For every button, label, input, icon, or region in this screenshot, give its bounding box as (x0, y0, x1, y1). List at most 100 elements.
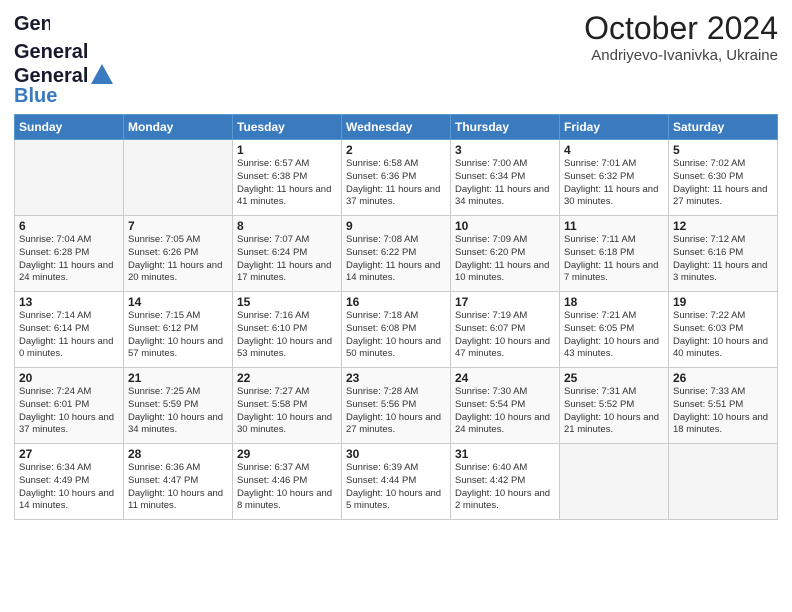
day-number: 23 (346, 371, 446, 385)
weekday-header-wednesday: Wednesday (342, 115, 451, 140)
day-number: 10 (455, 219, 555, 233)
calendar-cell: 10Sunrise: 7:09 AM Sunset: 6:20 PM Dayli… (451, 216, 560, 292)
day-number: 9 (346, 219, 446, 233)
day-number: 27 (19, 447, 119, 461)
day-info: Sunrise: 7:24 AM Sunset: 6:01 PM Dayligh… (19, 386, 119, 437)
calendar-cell (560, 444, 669, 520)
calendar-cell: 23Sunrise: 7:28 AM Sunset: 5:56 PM Dayli… (342, 368, 451, 444)
day-number: 24 (455, 371, 555, 385)
day-number: 28 (128, 447, 228, 461)
day-info: Sunrise: 7:14 AM Sunset: 6:14 PM Dayligh… (19, 310, 119, 361)
day-info: Sunrise: 7:02 AM Sunset: 6:30 PM Dayligh… (673, 158, 773, 209)
page-container: General General General Blue (0, 0, 792, 530)
day-number: 17 (455, 295, 555, 309)
calendar-cell (669, 444, 778, 520)
day-info: Sunrise: 7:12 AM Sunset: 6:16 PM Dayligh… (673, 234, 773, 285)
day-number: 22 (237, 371, 337, 385)
calendar-cell: 31Sunrise: 6:40 AM Sunset: 4:42 PM Dayli… (451, 444, 560, 520)
weekday-header-row: SundayMondayTuesdayWednesdayThursdayFrid… (15, 115, 778, 140)
logo-triangle-icon (91, 64, 113, 84)
calendar-cell: 29Sunrise: 6:37 AM Sunset: 4:46 PM Dayli… (233, 444, 342, 520)
day-number: 25 (564, 371, 664, 385)
calendar-week-2: 6Sunrise: 7:04 AM Sunset: 6:28 PM Daylig… (15, 216, 778, 292)
day-info: Sunrise: 7:22 AM Sunset: 6:03 PM Dayligh… (673, 310, 773, 361)
day-info: Sunrise: 7:16 AM Sunset: 6:10 PM Dayligh… (237, 310, 337, 361)
calendar-cell: 16Sunrise: 7:18 AM Sunset: 6:08 PM Dayli… (342, 292, 451, 368)
day-info: Sunrise: 7:04 AM Sunset: 6:28 PM Dayligh… (19, 234, 119, 285)
weekday-header-thursday: Thursday (451, 115, 560, 140)
header: General General General Blue (14, 10, 778, 106)
svg-text:General: General (14, 41, 88, 63)
calendar-cell: 3Sunrise: 7:00 AM Sunset: 6:34 PM Daylig… (451, 140, 560, 216)
logo-general: General (14, 65, 88, 87)
logo: General General General Blue (14, 10, 113, 106)
day-number: 2 (346, 143, 446, 157)
day-number: 3 (455, 143, 555, 157)
day-info: Sunrise: 7:27 AM Sunset: 5:58 PM Dayligh… (237, 386, 337, 437)
day-info: Sunrise: 7:15 AM Sunset: 6:12 PM Dayligh… (128, 310, 228, 361)
day-number: 19 (673, 295, 773, 309)
calendar-cell: 28Sunrise: 6:36 AM Sunset: 4:47 PM Dayli… (124, 444, 233, 520)
title-block: October 2024 Andriyevo-Ivanivka, Ukraine (584, 10, 778, 64)
day-info: Sunrise: 7:33 AM Sunset: 5:51 PM Dayligh… (673, 386, 773, 437)
day-info: Sunrise: 7:01 AM Sunset: 6:32 PM Dayligh… (564, 158, 664, 209)
day-info: Sunrise: 7:08 AM Sunset: 6:22 PM Dayligh… (346, 234, 446, 285)
calendar-cell: 30Sunrise: 6:39 AM Sunset: 4:44 PM Dayli… (342, 444, 451, 520)
logo-blue: Blue (14, 86, 57, 106)
calendar-cell: 22Sunrise: 7:27 AM Sunset: 5:58 PM Dayli… (233, 368, 342, 444)
calendar-cell: 1Sunrise: 6:57 AM Sunset: 6:38 PM Daylig… (233, 140, 342, 216)
calendar-cell: 14Sunrise: 7:15 AM Sunset: 6:12 PM Dayli… (124, 292, 233, 368)
calendar-cell: 20Sunrise: 7:24 AM Sunset: 6:01 PM Dayli… (15, 368, 124, 444)
svg-text:General: General (14, 13, 50, 35)
calendar-cell (124, 140, 233, 216)
calendar-cell: 27Sunrise: 6:34 AM Sunset: 4:49 PM Dayli… (15, 444, 124, 520)
day-info: Sunrise: 7:18 AM Sunset: 6:08 PM Dayligh… (346, 310, 446, 361)
day-info: Sunrise: 7:21 AM Sunset: 6:05 PM Dayligh… (564, 310, 664, 361)
day-number: 8 (237, 219, 337, 233)
calendar-cell: 7Sunrise: 7:05 AM Sunset: 6:26 PM Daylig… (124, 216, 233, 292)
calendar-cell: 25Sunrise: 7:31 AM Sunset: 5:52 PM Dayli… (560, 368, 669, 444)
day-number: 5 (673, 143, 773, 157)
day-number: 15 (237, 295, 337, 309)
day-info: Sunrise: 7:07 AM Sunset: 6:24 PM Dayligh… (237, 234, 337, 285)
day-number: 20 (19, 371, 119, 385)
day-info: Sunrise: 7:00 AM Sunset: 6:34 PM Dayligh… (455, 158, 555, 209)
calendar-cell (15, 140, 124, 216)
day-info: Sunrise: 7:05 AM Sunset: 6:26 PM Dayligh… (128, 234, 228, 285)
day-number: 4 (564, 143, 664, 157)
day-number: 31 (455, 447, 555, 461)
day-info: Sunrise: 6:58 AM Sunset: 6:36 PM Dayligh… (346, 158, 446, 209)
calendar-cell: 24Sunrise: 7:30 AM Sunset: 5:54 PM Dayli… (451, 368, 560, 444)
day-info: Sunrise: 6:57 AM Sunset: 6:38 PM Dayligh… (237, 158, 337, 209)
day-number: 18 (564, 295, 664, 309)
day-info: Sunrise: 7:25 AM Sunset: 5:59 PM Dayligh… (128, 386, 228, 437)
logo-svg: General (14, 38, 94, 66)
day-number: 6 (19, 219, 119, 233)
calendar-week-1: 1Sunrise: 6:57 AM Sunset: 6:38 PM Daylig… (15, 140, 778, 216)
day-info: Sunrise: 7:30 AM Sunset: 5:54 PM Dayligh… (455, 386, 555, 437)
day-info: Sunrise: 6:39 AM Sunset: 4:44 PM Dayligh… (346, 462, 446, 513)
weekday-header-tuesday: Tuesday (233, 115, 342, 140)
day-info: Sunrise: 6:40 AM Sunset: 4:42 PM Dayligh… (455, 462, 555, 513)
day-number: 11 (564, 219, 664, 233)
calendar-cell: 26Sunrise: 7:33 AM Sunset: 5:51 PM Dayli… (669, 368, 778, 444)
calendar-cell: 4Sunrise: 7:01 AM Sunset: 6:32 PM Daylig… (560, 140, 669, 216)
calendar-cell: 11Sunrise: 7:11 AM Sunset: 6:18 PM Dayli… (560, 216, 669, 292)
day-number: 1 (237, 143, 337, 157)
calendar-week-4: 20Sunrise: 7:24 AM Sunset: 6:01 PM Dayli… (15, 368, 778, 444)
calendar-cell: 12Sunrise: 7:12 AM Sunset: 6:16 PM Dayli… (669, 216, 778, 292)
calendar-cell: 6Sunrise: 7:04 AM Sunset: 6:28 PM Daylig… (15, 216, 124, 292)
weekday-header-saturday: Saturday (669, 115, 778, 140)
day-info: Sunrise: 6:34 AM Sunset: 4:49 PM Dayligh… (19, 462, 119, 513)
weekday-header-friday: Friday (560, 115, 669, 140)
calendar-cell: 18Sunrise: 7:21 AM Sunset: 6:05 PM Dayli… (560, 292, 669, 368)
calendar-cell: 9Sunrise: 7:08 AM Sunset: 6:22 PM Daylig… (342, 216, 451, 292)
weekday-header-monday: Monday (124, 115, 233, 140)
day-info: Sunrise: 7:31 AM Sunset: 5:52 PM Dayligh… (564, 386, 664, 437)
day-number: 21 (128, 371, 228, 385)
day-number: 30 (346, 447, 446, 461)
weekday-header-sunday: Sunday (15, 115, 124, 140)
day-number: 12 (673, 219, 773, 233)
day-number: 14 (128, 295, 228, 309)
calendar-cell: 13Sunrise: 7:14 AM Sunset: 6:14 PM Dayli… (15, 292, 124, 368)
